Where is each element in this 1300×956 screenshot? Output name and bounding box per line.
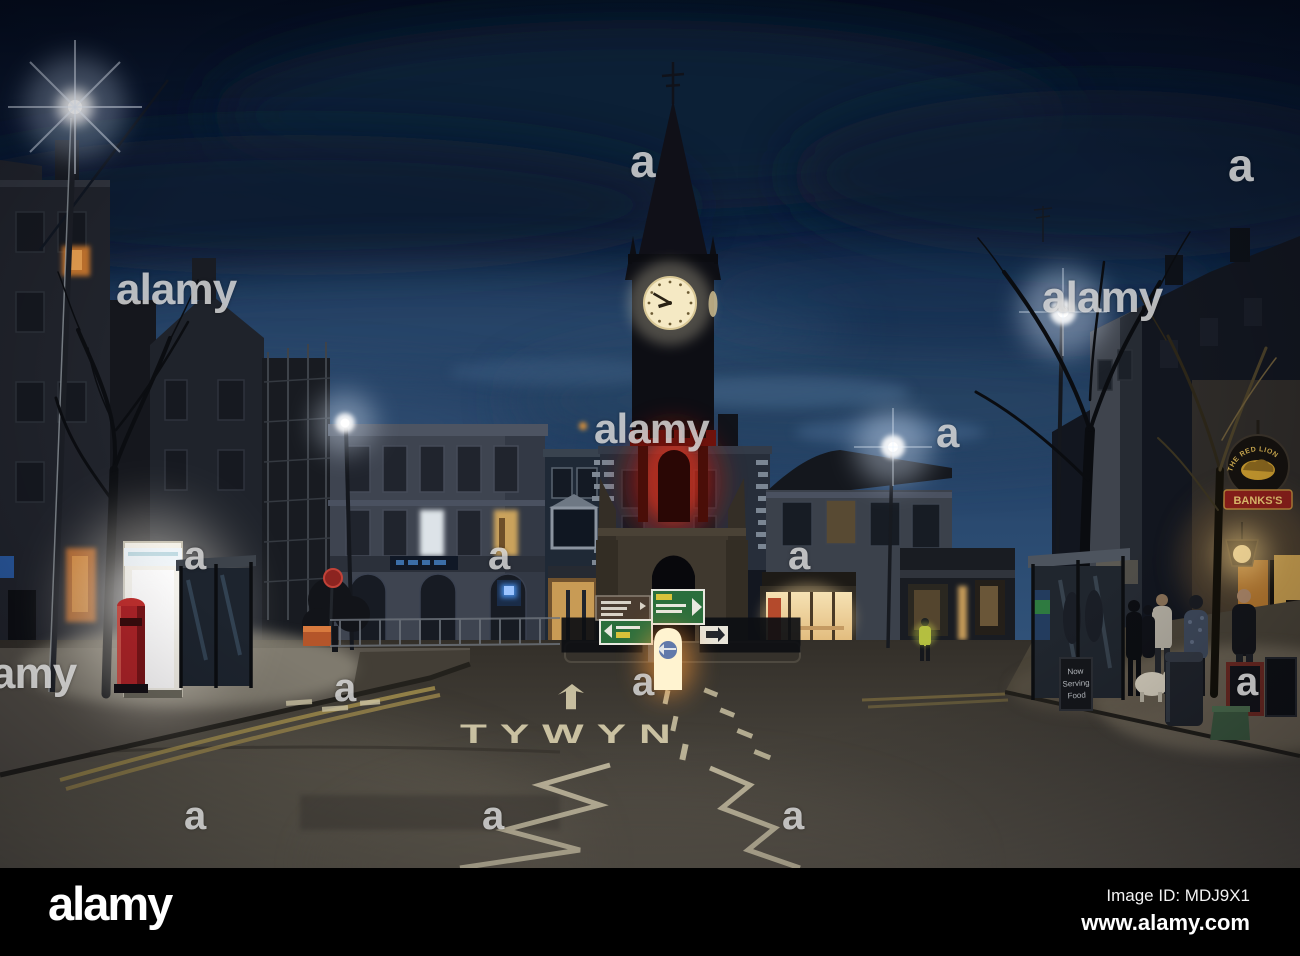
watermark: alamy: [594, 405, 710, 452]
alamy-logo: alamy: [48, 877, 173, 930]
watermark: a: [630, 135, 656, 187]
image-id-label: Image ID: MDJ9X1: [1106, 886, 1250, 905]
watermark: a: [488, 534, 510, 578]
watermark: a: [632, 660, 654, 704]
watermark: alamy: [0, 649, 77, 698]
night-street-photograph: THE RED LION BANKS'S: [0, 0, 1300, 868]
watermark: a: [1228, 139, 1254, 191]
watermark: alamy: [116, 265, 237, 314]
alamy-footer-bar: alamy Image ID: MDJ9X1 www.alamy.com: [0, 868, 1300, 956]
watermark: a: [482, 794, 504, 838]
watermark: a: [936, 409, 959, 456]
watermark: a: [334, 666, 356, 710]
watermark: a: [184, 794, 206, 838]
alamy-url: www.alamy.com: [1081, 910, 1250, 935]
watermark: a: [788, 534, 810, 578]
watermark: alamy: [1042, 273, 1163, 322]
watermark: a: [782, 794, 804, 838]
watermark: a: [184, 534, 206, 578]
stock-photo-page: THE RED LION BANKS'S: [0, 0, 1300, 956]
watermark: a: [1236, 660, 1258, 704]
